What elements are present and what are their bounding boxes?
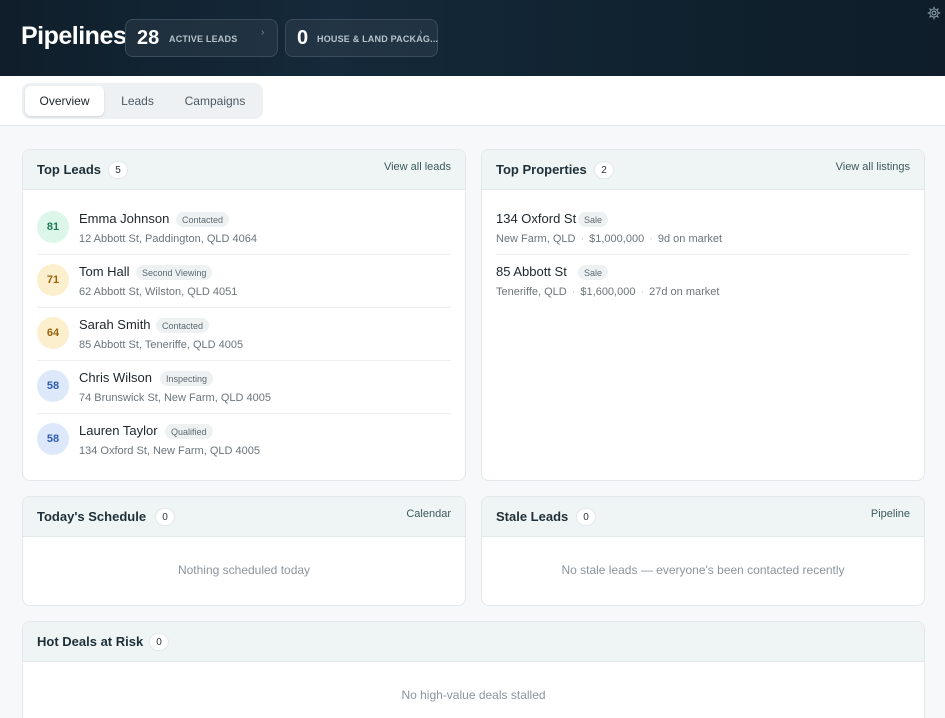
card-header: Top Leads 5 View all leads <box>23 150 465 190</box>
tab-leads[interactable]: Leads <box>106 86 169 116</box>
card-header: Top Properties 2 View all listings <box>482 150 924 190</box>
lead-address: 134 Oxford St, New Farm, QLD 4005 <box>79 445 260 457</box>
count-badge: 2 <box>594 161 614 179</box>
lead-address: 62 Abbott St, Wilston, QLD 4051 <box>79 286 238 298</box>
lead-address: 74 Brunswick St, New Farm, QLD 4005 <box>79 392 271 404</box>
property-price: $1,600,000 <box>580 286 636 298</box>
card-header: Stale Leads 0 Pipeline <box>482 497 924 537</box>
tab-group: Overview Leads Campaigns <box>22 83 263 119</box>
lead-row[interactable]: 81 Emma Johnson Contacted 12 Abbott St, … <box>37 202 451 255</box>
page-header: Pipelines 28 ACTIVE LEADS › 0 HOUSE & LA… <box>0 0 945 76</box>
empty-state: Nothing scheduled today <box>177 563 311 577</box>
count-badge: 0 <box>149 633 169 651</box>
card-title: Top Properties <box>496 162 587 177</box>
pipeline-link[interactable]: Pipeline <box>871 508 910 520</box>
lead-name: Sarah Smith <box>79 317 151 332</box>
lead-score: 81 <box>37 211 69 243</box>
lead-score: 58 <box>37 370 69 402</box>
status-badge: Second Viewing <box>136 265 213 280</box>
card-title: Hot Deals at Risk <box>37 634 144 649</box>
lead-row[interactable]: 71 Tom Hall Second Viewing 62 Abbott St,… <box>37 255 451 308</box>
property-address: 85 Abbott St <box>496 264 567 279</box>
status-badge: Inspecting <box>160 371 214 386</box>
lead-name: Lauren Taylor <box>79 423 158 438</box>
schedule-card: Today's Schedule 0 Calendar Nothing sche… <box>22 496 466 606</box>
property-price: $1,000,000 <box>589 233 645 245</box>
tab-bar: Overview Leads Campaigns <box>0 76 945 126</box>
gear-icon[interactable] <box>927 6 941 20</box>
card-title: Stale Leads <box>496 509 569 524</box>
stale-leads-card: Stale Leads 0 Pipeline No stale leads — … <box>481 496 925 606</box>
status-badge: Qualified <box>165 424 213 439</box>
listing-type-badge: Sale <box>578 212 609 227</box>
count-badge: 5 <box>108 161 128 179</box>
listing-type-badge: Sale <box>578 265 609 280</box>
empty-state: No high-value deals stalled <box>401 688 546 702</box>
count-badge: 0 <box>155 508 175 526</box>
property-suburb: New Farm, QLD <box>496 233 576 245</box>
property-suburb: Teneriffe, QLD <box>496 286 567 298</box>
card-title: Today's Schedule <box>37 509 147 524</box>
page-title: Pipelines <box>21 22 127 50</box>
empty-state: No stale leads — everyone's been contact… <box>561 563 845 577</box>
lead-row[interactable]: 64 Sarah Smith Contacted 85 Abbott St, T… <box>37 308 451 361</box>
status-badge: Contacted <box>176 212 230 227</box>
lead-address: 12 Abbott St, Paddington, QLD 4064 <box>79 233 257 245</box>
view-all-leads-link[interactable]: View all leads <box>384 161 451 173</box>
days-on-market: 9d on market <box>657 233 723 245</box>
status-badge: Contacted <box>156 318 210 333</box>
property-meta: Teneriffe, QLD · $1,600,000 · 27d on market <box>496 286 720 298</box>
property-row[interactable]: 134 Oxford St Sale New Farm, QLD · $1,000,… <box>496 202 910 255</box>
lead-address: 85 Abbott St, Teneriffe, QLD 4005 <box>79 339 244 351</box>
active-leads-count: 28 <box>137 27 160 49</box>
card-header: Today's Schedule 0 Calendar <box>23 497 465 537</box>
calendar-link[interactable]: Calendar <box>406 508 451 520</box>
tab-campaigns[interactable]: Campaigns <box>171 86 259 116</box>
property-row[interactable]: 85 Abbott St Sale Teneriffe, QLD · $1,600,… <box>496 255 910 308</box>
chevron-right-icon: › <box>261 27 265 38</box>
chevron-right-icon: › <box>419 27 423 38</box>
top-leads-card: Top Leads 5 View all leads 81 Emma Johns… <box>22 149 466 481</box>
lead-name: Emma Johnson <box>79 211 170 226</box>
days-on-market: 27d on market <box>649 286 720 298</box>
property-meta: New Farm, QLD · $1,000,000 · 9d on market <box>496 233 723 245</box>
active-leads-stat[interactable]: 28 ACTIVE LEADS › <box>125 19 278 57</box>
house-land-count: 0 <box>297 27 309 49</box>
lead-score: 58 <box>37 423 69 455</box>
count-badge: 0 <box>576 508 596 526</box>
card-title: Top Leads <box>37 162 102 177</box>
hot-deals-card: Hot Deals at Risk 0 No high-value deals … <box>22 621 925 718</box>
lead-row[interactable]: 58 Lauren Taylor Qualified 134 Oxford St… <box>37 414 451 467</box>
lead-score: 64 <box>37 317 69 349</box>
lead-name: Chris Wilson <box>79 370 152 385</box>
lead-name: Tom Hall <box>79 264 130 279</box>
card-header: Hot Deals at Risk 0 <box>23 622 924 662</box>
active-leads-label: ACTIVE LEADS <box>169 34 238 44</box>
lead-score: 71 <box>37 264 69 296</box>
property-address: 134 Oxford St <box>496 211 577 226</box>
house-land-stat[interactable]: 0 HOUSE & LAND PACKAG... › <box>285 19 438 57</box>
view-all-listings-link[interactable]: View all listings <box>836 161 910 173</box>
lead-row[interactable]: 58 Chris Wilson Inspecting 74 Brunswick … <box>37 361 451 414</box>
tab-overview[interactable]: Overview <box>25 86 104 116</box>
top-properties-card: Top Properties 2 View all listings 134 O… <box>481 149 925 481</box>
